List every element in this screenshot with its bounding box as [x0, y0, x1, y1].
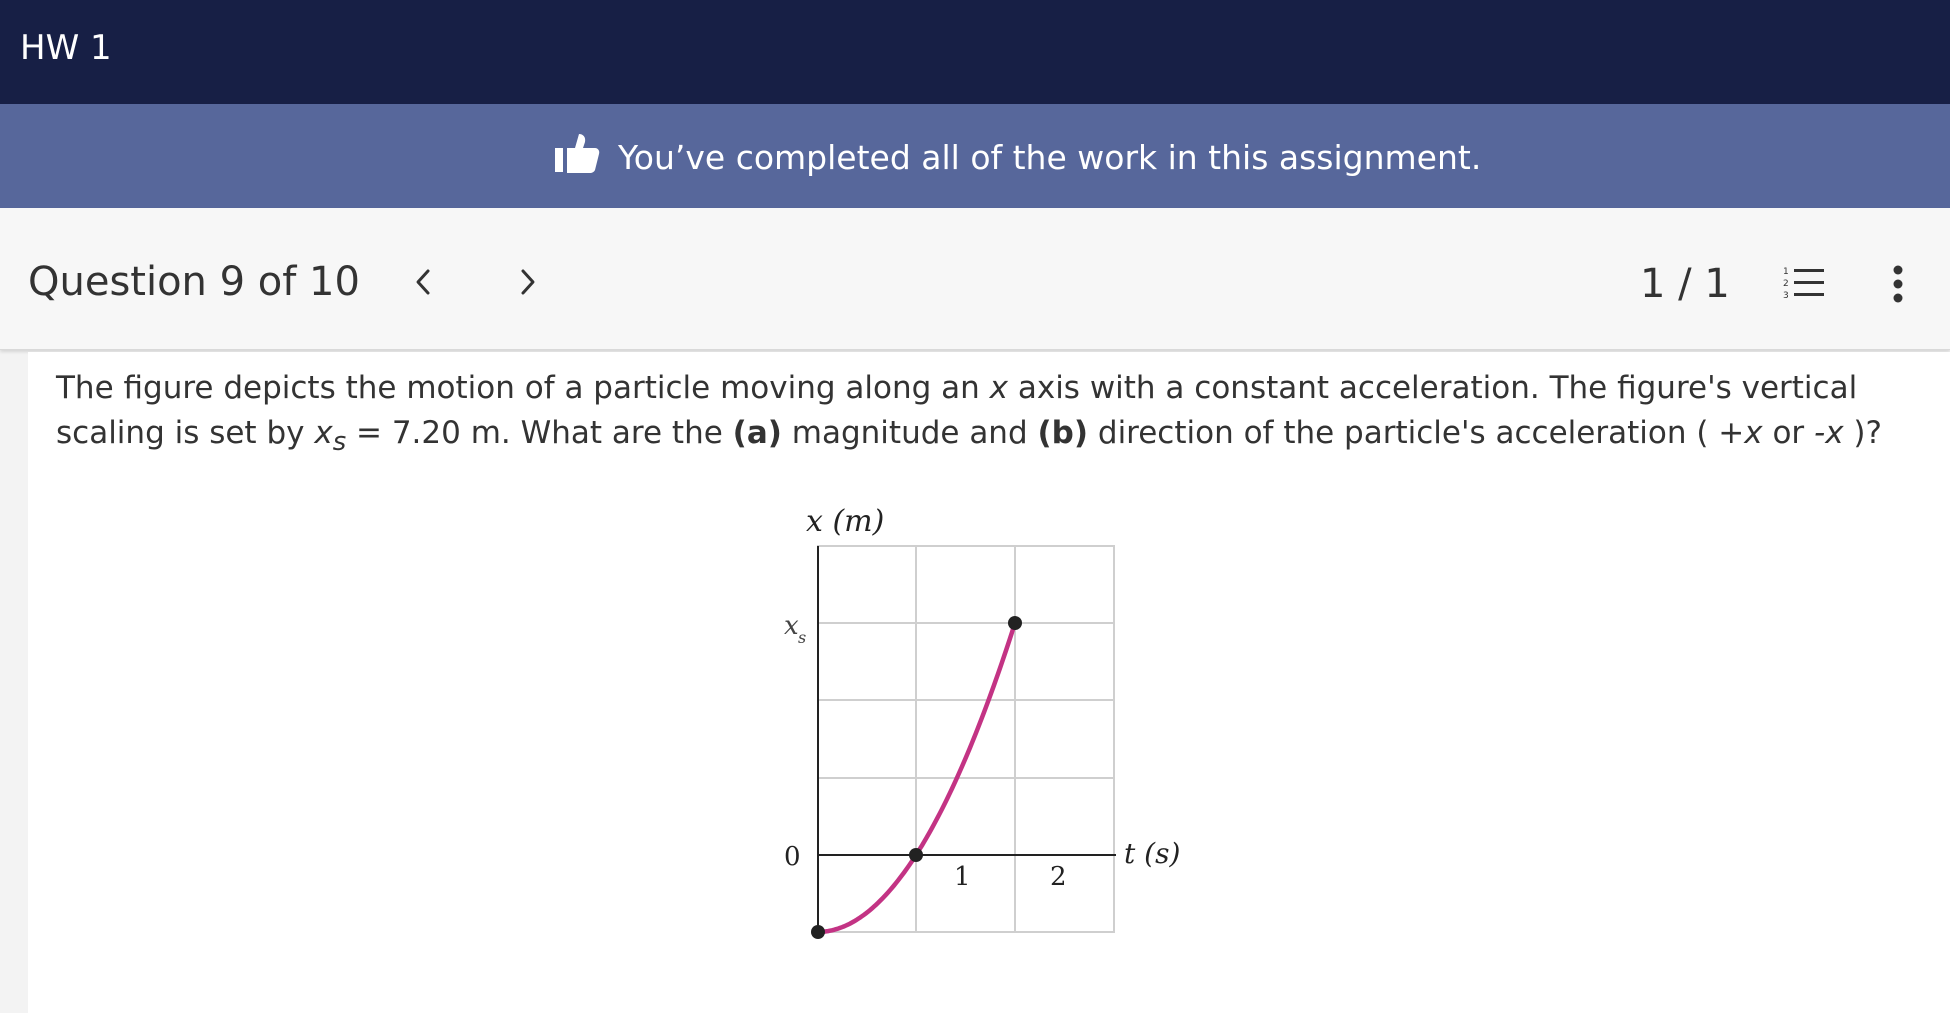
svg-text:2: 2 — [1783, 279, 1789, 289]
previous-question-button[interactable] — [403, 260, 443, 304]
chevron-right-icon — [521, 269, 535, 295]
more-options-icon[interactable] — [1888, 264, 1908, 304]
question-list-icon[interactable]: 1 2 3 — [1782, 264, 1826, 304]
svg-text:3: 3 — [1783, 291, 1789, 301]
question-text-part: = 7.20 m. What are the — [346, 415, 733, 451]
y-tick-zero: 0 — [784, 842, 801, 872]
end-point — [1008, 616, 1022, 630]
variable-xs: x — [314, 415, 333, 451]
next-question-button[interactable] — [508, 260, 548, 304]
app-header: HW 1 — [0, 0, 1950, 104]
t-tick-2: 2 — [1050, 862, 1067, 892]
position-time-graph: x (m) x s 0 1 2 t (s) — [784, 504, 1180, 939]
question-content: The figure depicts the motion of a parti… — [28, 352, 1950, 1013]
question-number-label: Question 9 of 10 — [28, 259, 360, 305]
t-tick-1: 1 — [954, 862, 971, 892]
variable-x: x — [989, 370, 1008, 406]
minus-x-direction: -x — [1814, 415, 1844, 451]
question-text-part: direction of the particle's acceleration… — [1088, 415, 1719, 451]
completion-banner: You’ve completed all of the work in this… — [0, 104, 1950, 208]
part-a-label: (a) — [732, 415, 782, 451]
zero-crossing-point — [909, 848, 923, 862]
part-b-label: (b) — [1037, 415, 1089, 451]
y-tick-xs: x — [784, 611, 799, 641]
question-text-part: The figure depicts the motion of a parti… — [56, 370, 990, 406]
thumbs-up-icon — [555, 134, 600, 173]
question-toolbar: Question 9 of 10 1 / 1 1 2 3 — [0, 208, 1950, 350]
x-axis-label: t (s) — [1124, 837, 1180, 870]
plus-x-direction: +x — [1718, 415, 1763, 451]
svg-text:1: 1 — [1783, 267, 1789, 277]
question-text-part: )? — [1843, 415, 1882, 451]
y-tick-xs-subscript: s — [798, 628, 806, 647]
start-point — [811, 925, 825, 939]
question-text: The figure depicts the motion of a parti… — [56, 366, 1936, 465]
part-counter: 1 / 1 — [1640, 261, 1730, 307]
y-axis-label: x (m) — [806, 504, 884, 539]
question-text-part: magnitude and — [781, 415, 1038, 451]
question-text-part: or — [1762, 415, 1815, 451]
variable-xs-subscript: s — [332, 427, 347, 458]
assignment-title: HW 1 — [20, 28, 112, 68]
chevron-left-icon — [416, 269, 430, 295]
completion-message: You’ve completed all of the work in this… — [618, 138, 1482, 177]
